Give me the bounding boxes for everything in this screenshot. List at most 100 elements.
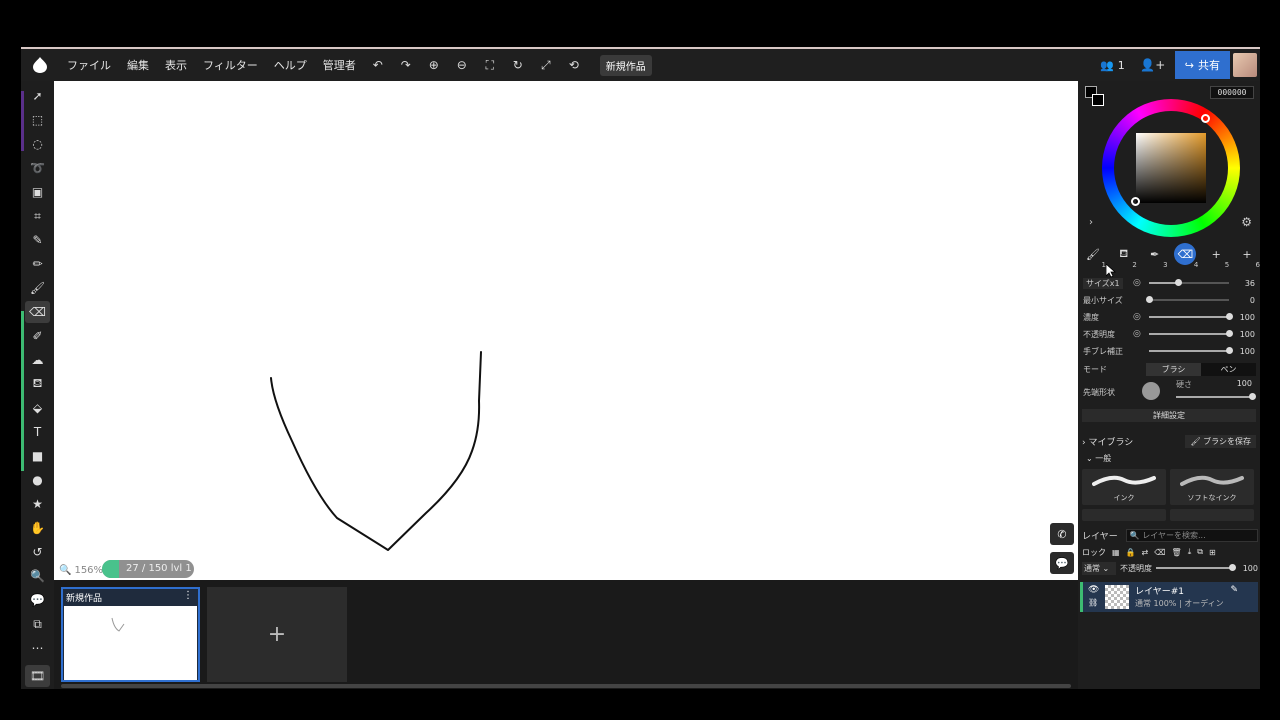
save-brush-button[interactable]: 🖌 ブラシを保存 <box>1185 434 1256 448</box>
preset-2[interactable]: ⛾ 2 <box>1113 243 1137 270</box>
add-artwork-button[interactable]: + <box>207 587 347 682</box>
star-shape-icon[interactable]: ★ <box>25 493 50 515</box>
online-users[interactable]: 👥 1 <box>1100 59 1125 72</box>
menu-admin[interactable]: 管理者 <box>315 57 364 73</box>
move-icon[interactable]: ➚ <box>25 85 50 107</box>
redo-icon[interactable]: ↷ <box>392 49 420 81</box>
crop-icon[interactable]: ⌗ <box>25 205 50 227</box>
min-size-slider[interactable] <box>1146 296 1229 303</box>
reference-icon[interactable]: ⧉ <box>25 613 50 635</box>
preset-5[interactable]: +5 <box>1205 243 1230 270</box>
layer-item[interactable]: 👁 ⛓ レイヤー#1 通常 100% | オーディン ✎ <box>1080 582 1258 612</box>
saturation-value-square[interactable] <box>1136 133 1206 203</box>
pressure-icon[interactable]: ◎ <box>1133 329 1145 339</box>
trash-icon[interactable]: 🗑 <box>1172 548 1182 557</box>
menu-view[interactable]: 表示 <box>157 57 195 73</box>
mode-brush-button[interactable]: ブラシ <box>1146 363 1201 376</box>
smudge-icon[interactable]: ☁ <box>25 349 50 371</box>
pressure-icon[interactable]: ◎ <box>1133 278 1145 288</box>
zoom-tool-icon[interactable]: 🔍 <box>25 565 50 587</box>
brush-icon[interactable]: 🖌 <box>25 277 50 299</box>
lock-icon[interactable]: 🔒 <box>1126 548 1136 557</box>
ellipse-select-icon[interactable]: ◌ <box>25 133 50 155</box>
ellipse-shape-icon[interactable]: ● <box>25 469 50 491</box>
drawing-canvas[interactable]: 🔍 156% 27 / 150 lvl 1 ✆ 💬 <box>54 81 1078 580</box>
filmstrip-icon[interactable]: 🎞 <box>25 665 50 687</box>
undo-icon[interactable]: ↶ <box>364 49 392 81</box>
transform-icon[interactable]: ▣ <box>25 181 50 203</box>
call-button[interactable]: ✆ <box>1050 523 1074 545</box>
lock-alpha-icon[interactable]: ▦ <box>1112 548 1120 557</box>
eyedropper-icon[interactable]: ✎ <box>25 229 50 251</box>
blend-brush-icon[interactable]: ✐ <box>25 325 50 347</box>
comment-icon[interactable]: 💬 <box>25 589 50 611</box>
tip-shape-preview[interactable] <box>1142 382 1160 400</box>
share-button[interactable]: ↪ 共有 <box>1174 51 1230 79</box>
duplicate-layer-icon[interactable]: ⧉ <box>1197 547 1203 557</box>
menu-help[interactable]: ヘルプ <box>266 57 315 73</box>
lasso-icon[interactable]: ➰ <box>25 157 50 179</box>
hand-icon[interactable]: ✋ <box>25 517 50 539</box>
layer-link-icon[interactable]: ⛓ <box>1088 598 1098 607</box>
layer-erase-icon[interactable]: ⌫ <box>1154 548 1165 557</box>
app-logo-icon[interactable] <box>21 49 59 81</box>
preset-4[interactable]: ⌫ 4 <box>1174 243 1198 269</box>
density-slider[interactable] <box>1149 313 1233 320</box>
preset-3[interactable]: ✒ 3 <box>1144 243 1168 270</box>
rotate-icon[interactable]: ↻ <box>504 49 532 81</box>
add-user-icon[interactable]: 👤+ <box>1139 49 1167 81</box>
pen-icon[interactable]: ✏ <box>25 253 50 275</box>
menu-file[interactable]: ファイル <box>59 57 119 73</box>
hardness-slider[interactable] <box>1176 393 1256 400</box>
zoom-in-icon[interactable]: ⊕ <box>420 49 448 81</box>
fullscreen-icon[interactable]: ⤢ <box>532 49 560 81</box>
brush-card-ink[interactable]: インク <box>1082 469 1166 505</box>
hue-knob[interactable] <box>1201 114 1210 123</box>
brush-card-soft-ink[interactable]: ソフトなインク <box>1170 469 1254 505</box>
layer-opacity-slider[interactable] <box>1156 564 1236 571</box>
layer-search-input[interactable]: 🔍 レイヤーを検索... <box>1125 528 1258 542</box>
preset-6[interactable]: +6 <box>1236 243 1260 270</box>
avatar[interactable] <box>1233 53 1257 77</box>
rect-select-icon[interactable]: ⬚ <box>25 109 50 131</box>
blend-mode-select[interactable]: 通常 ⌄ <box>1082 561 1116 575</box>
menu-edit[interactable]: 編集 <box>119 57 157 73</box>
layer-add-icon[interactable]: ⊞ <box>1209 548 1216 557</box>
more-icon[interactable]: ⋯ <box>25 637 50 659</box>
pencil-icon[interactable]: ✎ <box>1230 585 1238 595</box>
eye-icon[interactable]: 👁 <box>1088 585 1099 595</box>
eraser-icon[interactable]: ⌫ <box>25 301 50 323</box>
size-label[interactable]: サイズx1 <box>1083 277 1123 289</box>
detail-settings-button[interactable]: 詳細設定 <box>1082 409 1256 422</box>
menu-filter[interactable]: フィルター <box>195 57 266 73</box>
chevron-right-icon[interactable]: › <box>1089 217 1093 228</box>
mode-pen-button[interactable]: ペン <box>1201 363 1256 376</box>
kebab-menu-icon[interactable]: ⋮ <box>183 590 193 601</box>
reset-view-icon[interactable]: ⟲ <box>560 49 588 81</box>
fit-screen-icon[interactable]: ⛶ <box>476 49 504 81</box>
opacity-slider[interactable] <box>1149 330 1233 337</box>
hex-color-input[interactable]: 000000 <box>1210 86 1254 99</box>
merge-down-icon[interactable]: ⤓ <box>1188 547 1192 557</box>
stabilizer-slider[interactable] <box>1149 347 1233 354</box>
background-color-swatch[interactable] <box>1092 94 1104 106</box>
color-wheel[interactable] <box>1102 99 1240 237</box>
chat-button[interactable]: 💬 <box>1050 552 1074 574</box>
gear-icon[interactable]: ⚙ <box>1241 215 1252 229</box>
artwork-card[interactable]: 新規作品 ⋮ <box>61 587 200 682</box>
gradient-icon[interactable]: ⬙ <box>25 397 50 419</box>
document-title[interactable]: 新規作品 <box>599 54 652 76</box>
sv-knob[interactable] <box>1131 197 1140 206</box>
size-slider[interactable] <box>1149 279 1229 286</box>
zoom-out-icon[interactable]: ⊖ <box>448 49 476 81</box>
rectangle-shape-icon[interactable]: ■ <box>25 445 50 467</box>
fill-bucket-icon[interactable]: ⛾ <box>25 373 50 395</box>
layer-move-icon[interactable]: ⇄ <box>1142 548 1149 557</box>
brush-card-partial[interactable] <box>1170 509 1254 521</box>
zoom-indicator[interactable]: 🔍 156% <box>59 565 103 576</box>
strip-scrollbar[interactable] <box>61 684 1071 688</box>
preset-1[interactable]: 🖌 1 <box>1082 243 1106 270</box>
brush-card-partial[interactable] <box>1082 509 1166 521</box>
general-section-header[interactable]: ⌄ 一般 <box>1086 453 1111 464</box>
text-icon[interactable]: T <box>25 421 50 443</box>
